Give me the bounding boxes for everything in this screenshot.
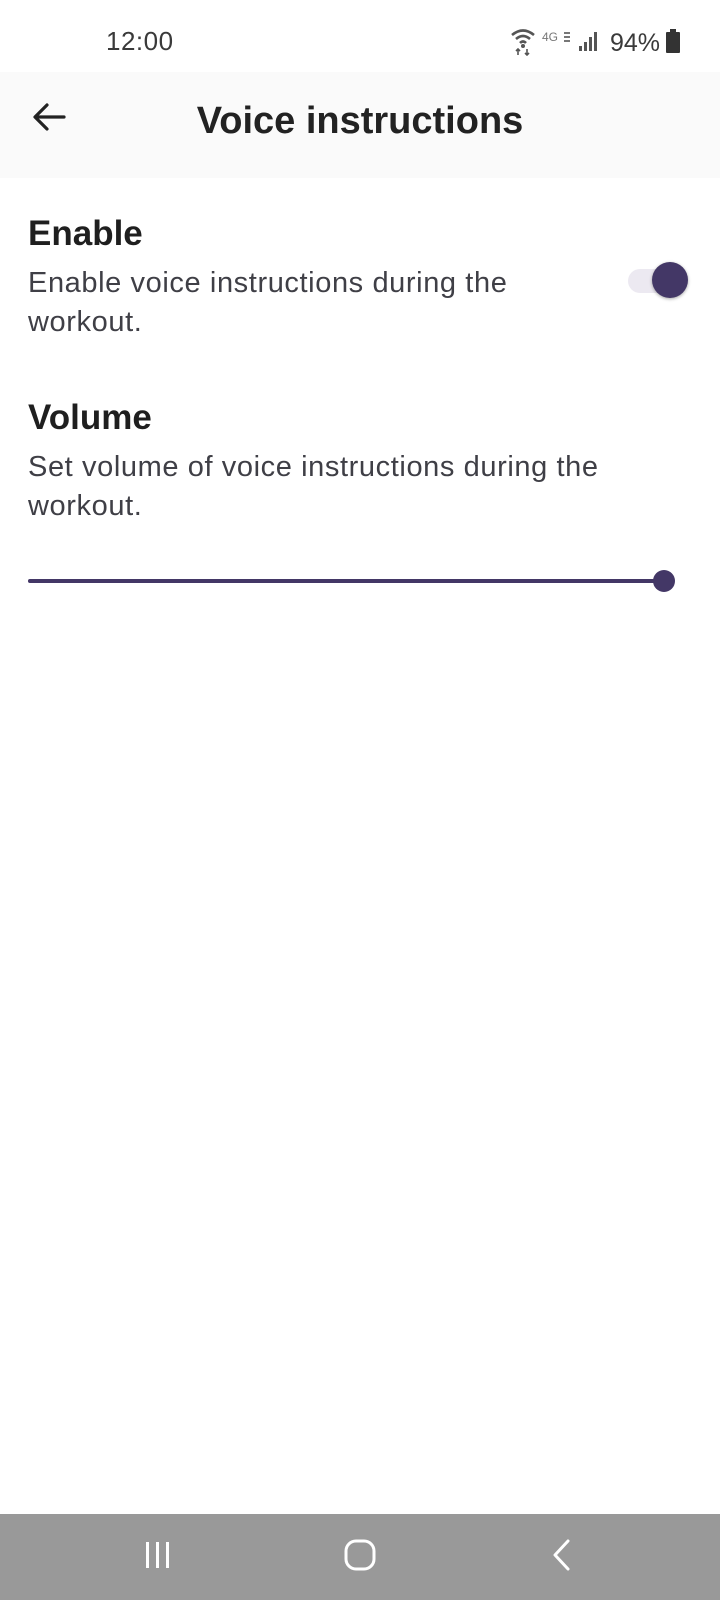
chevron-left-icon bbox=[550, 1538, 574, 1577]
enable-title: Enable bbox=[28, 214, 143, 253]
slider-thumb[interactable] bbox=[653, 570, 675, 592]
status-time: 12:00 bbox=[106, 26, 174, 56]
slider-fill bbox=[28, 579, 664, 583]
wifi-icon bbox=[510, 26, 536, 61]
status-icons: 4G 94% bbox=[510, 26, 680, 60]
home-button[interactable] bbox=[310, 1514, 410, 1600]
volume-description: Set volume of voice instructions during … bbox=[28, 451, 599, 522]
network-type-icon: 4G bbox=[542, 29, 572, 58]
volume-title: Volume bbox=[28, 398, 152, 437]
volume-setting: Volume Set volume of voice instructions … bbox=[28, 398, 692, 526]
toggle-thumb bbox=[652, 262, 688, 298]
enable-setting: Enable Enable voice instructions during … bbox=[28, 214, 692, 342]
volume-slider[interactable] bbox=[28, 566, 676, 596]
enable-toggle[interactable] bbox=[628, 258, 688, 304]
recents-button[interactable] bbox=[108, 1514, 208, 1600]
status-bar: 12:00 4G 94% bbox=[0, 0, 720, 72]
network-type-label: 4G bbox=[542, 30, 558, 44]
enable-description: Enable voice instructions during the wor… bbox=[28, 267, 508, 338]
page-title: Voice instructions bbox=[196, 100, 524, 142]
screen: 12:00 4G 94% Voice instructions Enable E… bbox=[0, 0, 720, 1600]
signal-icon bbox=[578, 30, 600, 57]
system-nav-bar bbox=[0, 1514, 720, 1600]
home-icon bbox=[343, 1538, 377, 1577]
recents-icon bbox=[143, 1540, 173, 1575]
battery-percent: 94% bbox=[609, 28, 660, 57]
battery-icon bbox=[666, 28, 680, 58]
system-back-button[interactable] bbox=[512, 1514, 612, 1600]
app-bar: Voice instructions bbox=[0, 72, 720, 178]
